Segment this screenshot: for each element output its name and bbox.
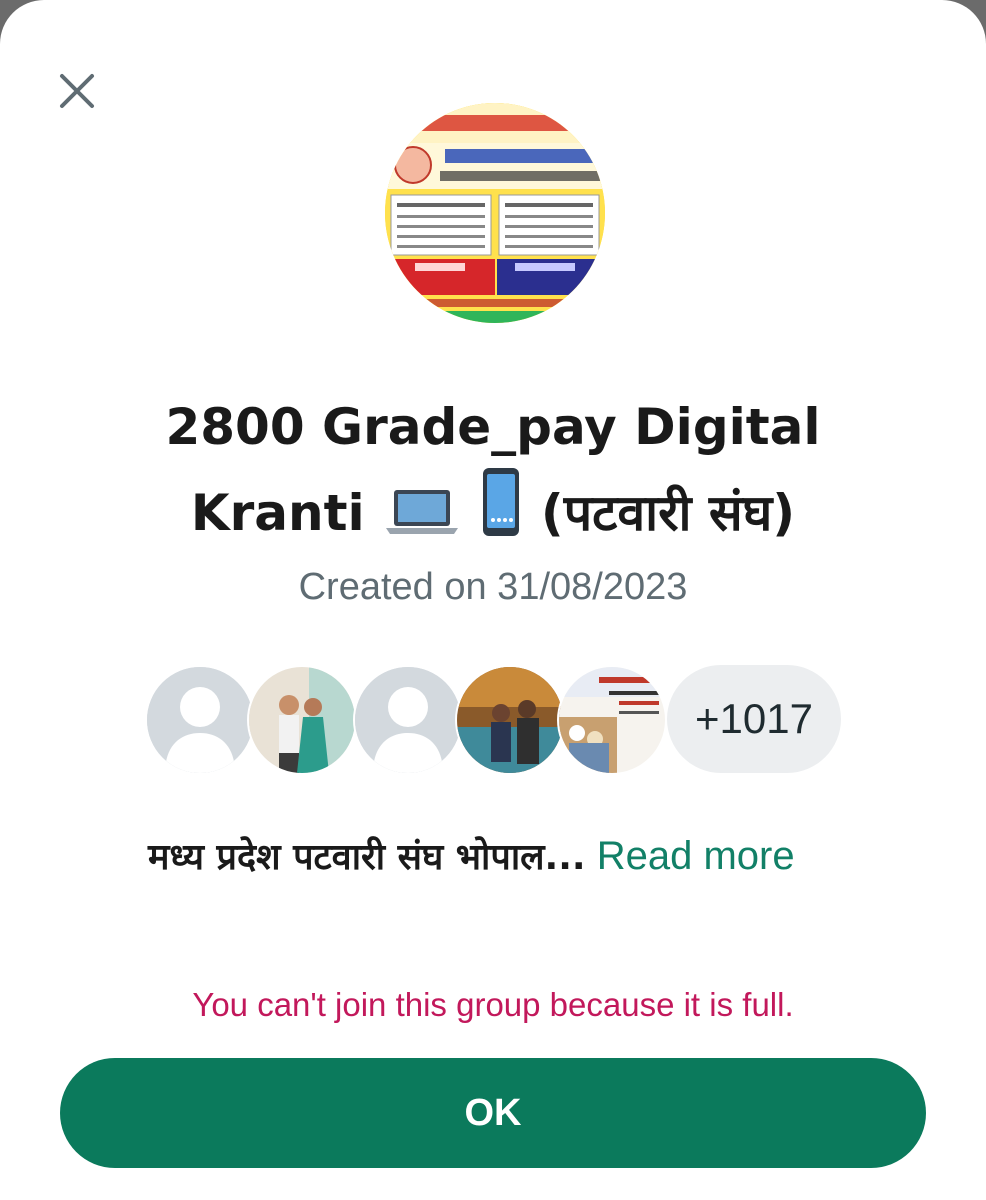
group-title: 2800 Grade_pay Digital Kranti (पटवारी सं… bbox=[60, 388, 926, 552]
description-text: मध्य प्रदेश पटवारी संघ भोपाल... bbox=[148, 837, 586, 878]
avatar bbox=[353, 665, 463, 775]
avatar bbox=[455, 665, 565, 775]
group-title-suffix: (पटवारी संघ) bbox=[540, 484, 796, 542]
more-members-badge[interactable]: +1017 bbox=[667, 665, 841, 773]
group-full-error: You can't join this group because it is … bbox=[192, 986, 794, 1023]
read-more-link[interactable]: Read more bbox=[597, 834, 795, 878]
mobile-phone-icon bbox=[483, 468, 520, 536]
close-button[interactable] bbox=[52, 66, 102, 116]
group-photo bbox=[385, 103, 605, 323]
member-avatars[interactable]: +1017 bbox=[145, 665, 845, 775]
group-description: मध्य प्रदेश पटवारी संघ भोपाल... Read mor… bbox=[148, 828, 848, 886]
member-photo-icon bbox=[559, 667, 665, 773]
group-title-line-2: Kranti (पटवारी संघ) bbox=[60, 466, 926, 552]
member-photo-icon bbox=[457, 667, 563, 773]
member-photo-icon bbox=[249, 667, 355, 773]
avatar bbox=[247, 665, 357, 775]
avatar bbox=[145, 665, 255, 775]
ok-button[interactable]: OK bbox=[60, 1058, 926, 1168]
default-avatar-icon bbox=[355, 667, 461, 773]
close-icon bbox=[60, 74, 94, 108]
default-avatar-icon bbox=[147, 667, 253, 773]
group-title-kranti: Kranti bbox=[190, 484, 365, 542]
laptop-icon bbox=[386, 490, 459, 534]
group-title-line-1: 2800 Grade_pay Digital bbox=[165, 398, 821, 456]
avatar bbox=[557, 665, 667, 775]
group-invite-dialog: 2800 Grade_pay Digital Kranti (पटवारी सं… bbox=[0, 0, 986, 1200]
created-date: Created on 31/08/2023 bbox=[298, 566, 688, 608]
